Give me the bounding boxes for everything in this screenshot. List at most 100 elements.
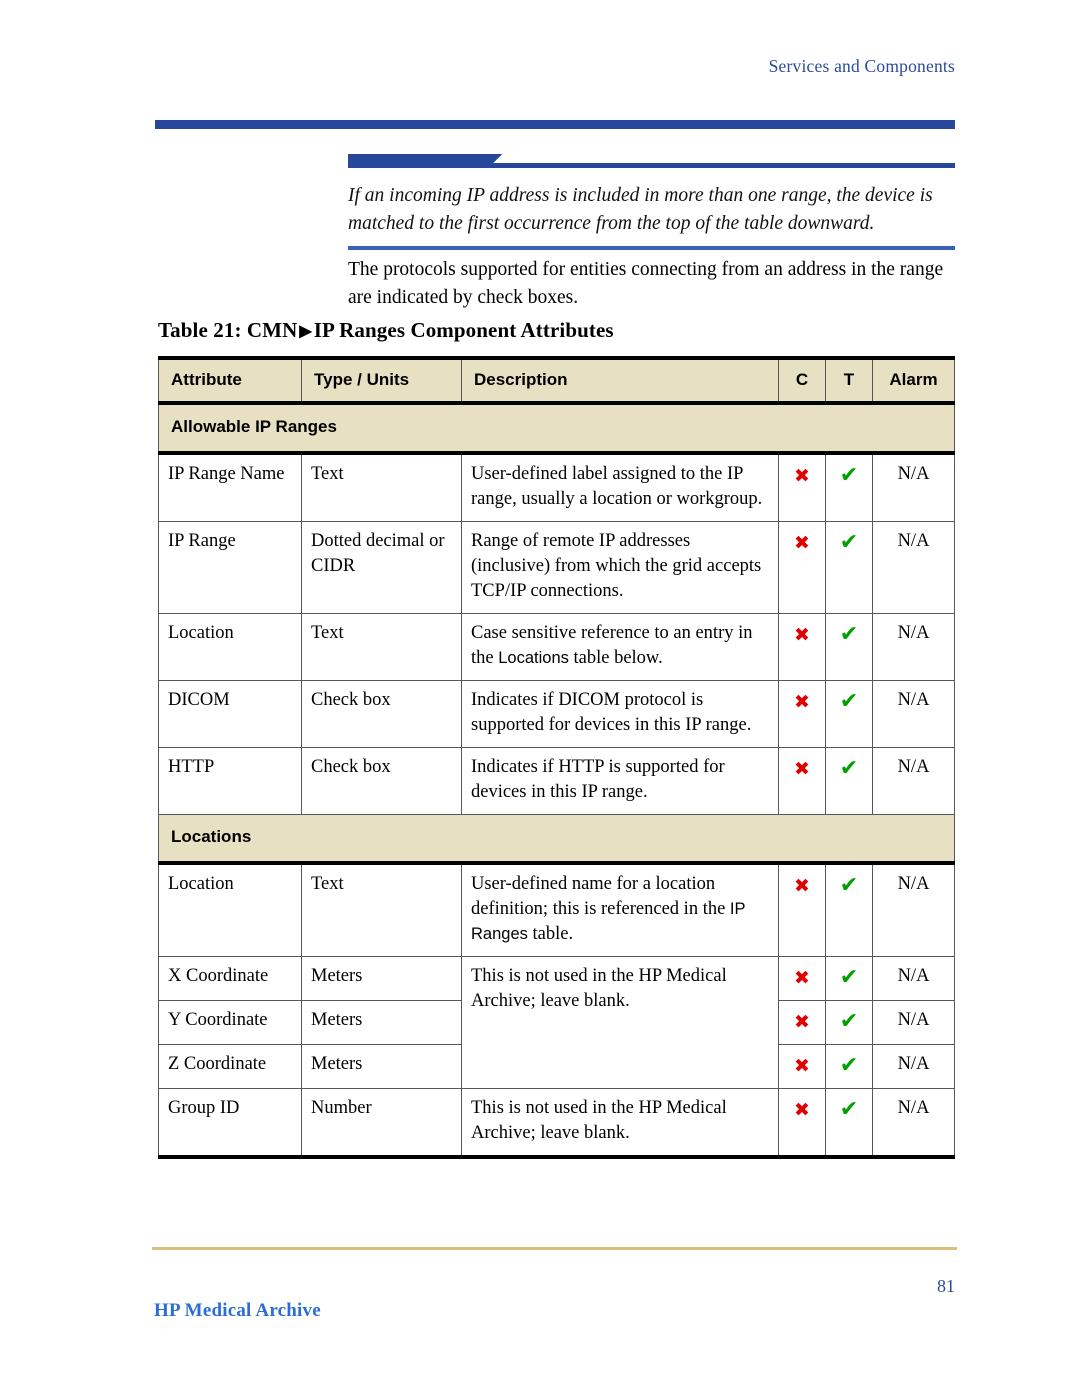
cell-tracking-mark: ✔ [825,747,873,815]
cross-mark-icon: ✖ [794,758,810,780]
check-mark-icon: ✔ [839,1009,859,1034]
cell-description: Case sensitive reference to an entry in … [461,613,779,681]
table-row: DICOM Check box Indicates if DICOM protoco… [158,680,955,748]
check-mark-icon: ✔ [839,873,859,898]
running-header: Services and Components [768,56,955,76]
cell-type-units: Meters [301,956,462,1001]
cell-attribute: DICOM [158,680,302,748]
footer-rule [152,1247,957,1250]
ui-term-reference: Locations [498,649,569,667]
cross-mark-icon: ✖ [794,1055,810,1077]
table-row: IP Range Name Text User-defined label assi… [158,452,955,522]
table-section-header-row: Allowable IP Ranges [158,402,955,455]
body-paragraph: The protocols supported for entities con… [348,259,944,308]
cell-type-units: Number [301,1088,462,1159]
column-header-c: C [778,356,826,405]
cell-configuration-mark: ✖ [778,747,826,815]
cell-alarm: N/A [872,680,955,748]
ui-term-reference: IP Ranges [471,900,746,943]
note-top-bar [348,152,955,172]
cross-mark-icon: ✖ [794,532,810,554]
cell-attribute: Location [158,613,302,681]
note-bar-thin-segment [488,163,955,168]
cell-description: This is not used in the HP Medical Archi… [461,1088,779,1159]
page-number: 81 [937,1276,955,1296]
cell-tracking-mark: ✔ [825,1044,873,1089]
cell-description: Indicates if DICOM protocol is supported… [461,680,779,748]
check-mark-icon: ✔ [839,622,859,647]
table-row: X Coordinate Meters This is not used in th… [158,956,955,1089]
cell-configuration-mark: ✖ [778,1044,826,1089]
cell-attribute: HTTP [158,747,302,815]
cell-tracking-mark: ✔ [825,521,873,614]
cell-type-units: Meters [301,1000,462,1045]
table-row: Location Text User-defined name for a loca… [158,862,955,957]
header-divider-rule [155,120,955,129]
check-mark-icon: ✔ [839,756,859,781]
cell-configuration-mark: ✖ [778,956,826,1001]
check-mark-icon: ✔ [839,1053,859,1078]
cell-alarm: N/A [872,1000,955,1045]
cross-mark-icon: ✖ [794,1011,810,1033]
table-caption: Table 21: CMN ▶IP Ranges Component Attrib… [158,318,614,343]
column-header-t: T [825,356,873,405]
cell-description: User-defined label assigned to the IP ra… [461,452,779,522]
column-header-type-units: Type / Units [301,356,462,405]
cell-alarm: N/A [872,862,955,957]
cell-type-units: Check box [301,680,462,748]
cell-attribute: Group ID [158,1088,302,1159]
table-header-row: Attribute Type / Units Description C T A… [158,356,955,405]
table-section-title: Locations [158,814,955,865]
cell-configuration-mark: ✖ [778,1000,826,1045]
note-bar-thick-segment [348,154,488,168]
cell-attribute: Location [158,862,302,957]
cell-alarm: N/A [872,1044,955,1089]
cross-mark-icon: ✖ [794,875,810,897]
cell-tracking-mark: ✔ [825,452,873,522]
column-header-alarm: Alarm [872,356,955,405]
cell-configuration-mark: ✖ [778,613,826,681]
table-row: HTTP Check box Indicates if HTTP is suppor… [158,747,955,815]
cell-configuration-mark: ✖ [778,680,826,748]
cell-tracking-mark: ✔ [825,1088,873,1159]
check-mark-icon: ✔ [839,463,859,488]
cross-mark-icon: ✖ [794,624,810,646]
cell-type-units: Text [301,452,462,522]
cell-configuration-mark: ✖ [778,521,826,614]
cell-attribute: Z Coordinate [158,1044,302,1089]
column-header-attribute: Attribute [158,356,302,405]
cell-description: Range of remote IP addresses (inclusive)… [461,521,779,614]
cell-attribute: IP Range [158,521,302,614]
table-row: Location Text Case sensitive reference to … [158,613,955,681]
cell-tracking-mark: ✔ [825,862,873,957]
cell-configuration-mark: ✖ [778,1088,826,1159]
column-header-description: Description [461,356,779,405]
note-callout: If an incoming IP address is included in… [348,152,955,250]
check-mark-icon: ✔ [839,1097,859,1122]
cell-tracking-mark: ✔ [825,680,873,748]
cell-attribute: Y Coordinate [158,1000,302,1045]
cell-type-units: Dotted decimal or CIDR [301,521,462,614]
cell-attribute: IP Range Name [158,452,302,522]
cell-tracking-mark: ✔ [825,613,873,681]
table-section-header-row: Locations [158,814,955,865]
cross-mark-icon: ✖ [794,967,810,989]
table-row: Group ID Number This is not used in the HP… [158,1088,955,1159]
triangle-bullet-icon: ▶ [299,323,312,340]
cell-type-units: Check box [301,747,462,815]
cell-type-units: Text [301,613,462,681]
cell-alarm: N/A [872,613,955,681]
cell-tracking-mark: ✔ [825,956,873,1001]
cell-alarm: N/A [872,452,955,522]
cross-mark-icon: ✖ [794,691,810,713]
cross-mark-icon: ✖ [794,465,810,487]
cell-alarm: N/A [872,747,955,815]
table-caption-suffix: IP Ranges Component Attributes [313,318,614,342]
note-text: If an incoming IP address is included in… [348,185,933,234]
check-mark-icon: ✔ [839,965,859,990]
table-section-title: Allowable IP Ranges [158,402,955,455]
component-attributes-table: Attribute Type / Units Description C T A… [158,356,955,1159]
cell-attribute: X Coordinate [158,956,302,1001]
table-row: IP Range Dotted decimal or CIDR Range of r… [158,521,955,614]
cell-configuration-mark: ✖ [778,862,826,957]
